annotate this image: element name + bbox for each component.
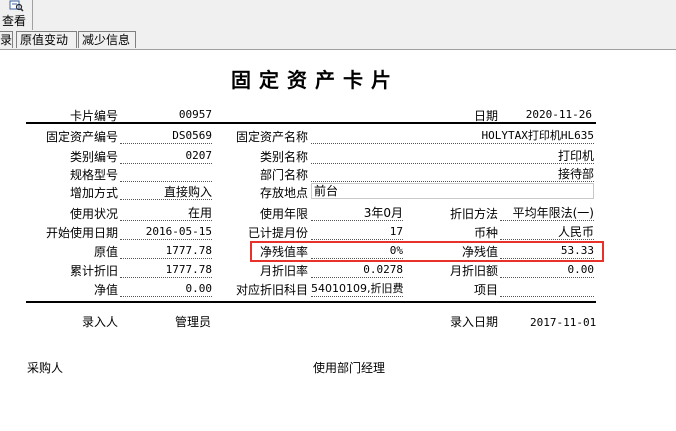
monthly-rate-value[interactable]: 0.0278 [311,263,403,278]
bottom-rule [26,301,596,303]
card-no-value: 00957 [178,108,212,121]
tab-bar: 录 原值变动 减少信息 [0,30,676,50]
use-status-value[interactable]: 在用 [120,206,212,221]
currency-label: 币种 [473,226,498,240]
toolbar-separator [32,0,33,30]
category-name-value[interactable]: 打印机 [311,149,594,164]
dept-manager-label: 使用部门经理 [313,361,386,375]
purchaser-label: 采购人 [27,361,64,375]
location-label: 存放地点 [260,186,309,200]
tab-original-value-change[interactable]: 原值变动 [16,31,77,48]
depr-method-label: 折旧方法 [449,207,498,221]
depr-account-value[interactable]: 54010109,折旧费 [311,282,403,297]
asset-name-value[interactable]: HOLYTAX打印机HL635 [311,129,594,144]
tab-reduction-info[interactable]: 减少信息 [78,31,136,48]
currency-value[interactable]: 人民币 [500,225,594,240]
use-years-label: 使用年限 [260,207,309,221]
use-years-value[interactable]: 3年0月 [311,206,403,221]
asset-name-label: 固定资产名称 [236,130,309,144]
net-value-value[interactable]: 0.00 [120,282,212,297]
entry-date-label: 录入日期 [450,315,499,329]
view-label: 查看 [2,14,27,28]
date-label: 日期 [473,109,498,123]
months-accrued-label: 已计提月份 [248,226,309,240]
depr-method-value[interactable]: 平均年限法(一) [500,206,594,221]
depr-account-label: 对应折旧科目 [236,283,309,297]
tab-record[interactable]: 录 [0,31,13,48]
original-value-label: 原值 [93,245,118,259]
toolbar: 查看 [0,0,676,30]
location-input[interactable]: 前台 [311,183,594,199]
category-name-label: 类别名称 [260,150,309,164]
spec-model-label: 规格型号 [69,168,118,182]
project-label: 项目 [473,283,498,297]
asset-code-label: 固定资产编号 [45,130,118,144]
add-method-label: 增加方式 [69,186,118,200]
entry-person-label: 录入人 [82,315,119,329]
page-title: 固定资产卡片 [231,68,399,92]
original-value-value[interactable]: 1777.78 [120,244,212,259]
date-value: 2020-11-26 [525,108,592,121]
entry-date-value: 2017-11-01 [530,316,597,329]
entry-person-value: 管理员 [175,315,212,329]
asset-code-value[interactable]: DS0569 [120,129,212,144]
accum-depr-label: 累计折旧 [69,264,118,278]
view-button[interactable]: 查看 [0,0,32,30]
card-no-label: 卡片编号 [69,109,118,123]
start-date-value[interactable]: 2016-05-15 [120,225,212,240]
category-code-value[interactable]: 0207 [120,149,212,164]
salvage-highlight-box [250,241,604,262]
project-value[interactable] [500,282,594,297]
asset-card: 固定资产卡片 卡片编号 00957 日期 2020-11-26 固定资产编号 D… [0,50,676,431]
accum-depr-value[interactable]: 1777.78 [120,263,212,278]
start-date-label: 开始使用日期 [45,226,118,240]
monthly-rate-label: 月折旧率 [260,264,309,278]
use-status-label: 使用状况 [69,207,118,221]
monthly-amount-label: 月折旧额 [449,264,498,278]
department-label: 部门名称 [260,168,309,182]
months-accrued-value[interactable]: 17 [311,225,403,240]
view-icon [9,0,24,12]
top-rule [26,122,596,124]
add-method-value[interactable]: 直接购入 [120,185,212,200]
monthly-amount-value[interactable]: 0.00 [500,263,594,278]
spec-model-value[interactable] [120,167,212,182]
net-value-label: 净值 [93,283,118,297]
department-value[interactable]: 接待部 [311,167,594,182]
category-code-label: 类别编号 [69,150,118,164]
